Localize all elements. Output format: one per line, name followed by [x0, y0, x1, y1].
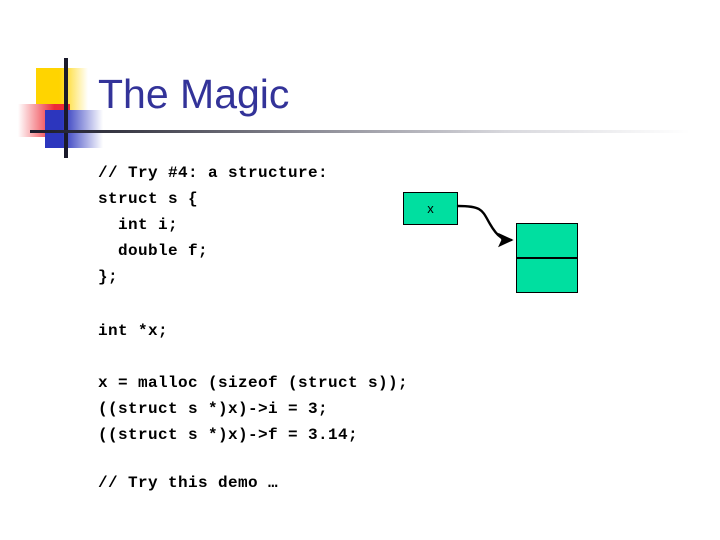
- vertical-bar-icon: [64, 58, 68, 158]
- heap-struct-box: [516, 223, 578, 293]
- slide: The Magic // Try #4: a structure: struct…: [0, 0, 720, 540]
- heap-struct-field-divider: [516, 257, 578, 259]
- code-block-demo-comment: // Try this demo …: [98, 474, 279, 492]
- pointer-variable-label: x: [427, 201, 434, 216]
- blue-square-icon: [45, 110, 103, 148]
- code-block-malloc-assignments: x = malloc (sizeof (struct s)); ((struct…: [98, 374, 409, 444]
- code-block-pointer-declaration: int *x;: [98, 322, 169, 340]
- page-title: The Magic: [98, 71, 290, 117]
- horizontal-rule-divider: [30, 130, 690, 133]
- code-block-struct-definition: // Try #4: a structure: struct s { int i…: [98, 164, 329, 286]
- pointer-variable-box: [403, 192, 458, 225]
